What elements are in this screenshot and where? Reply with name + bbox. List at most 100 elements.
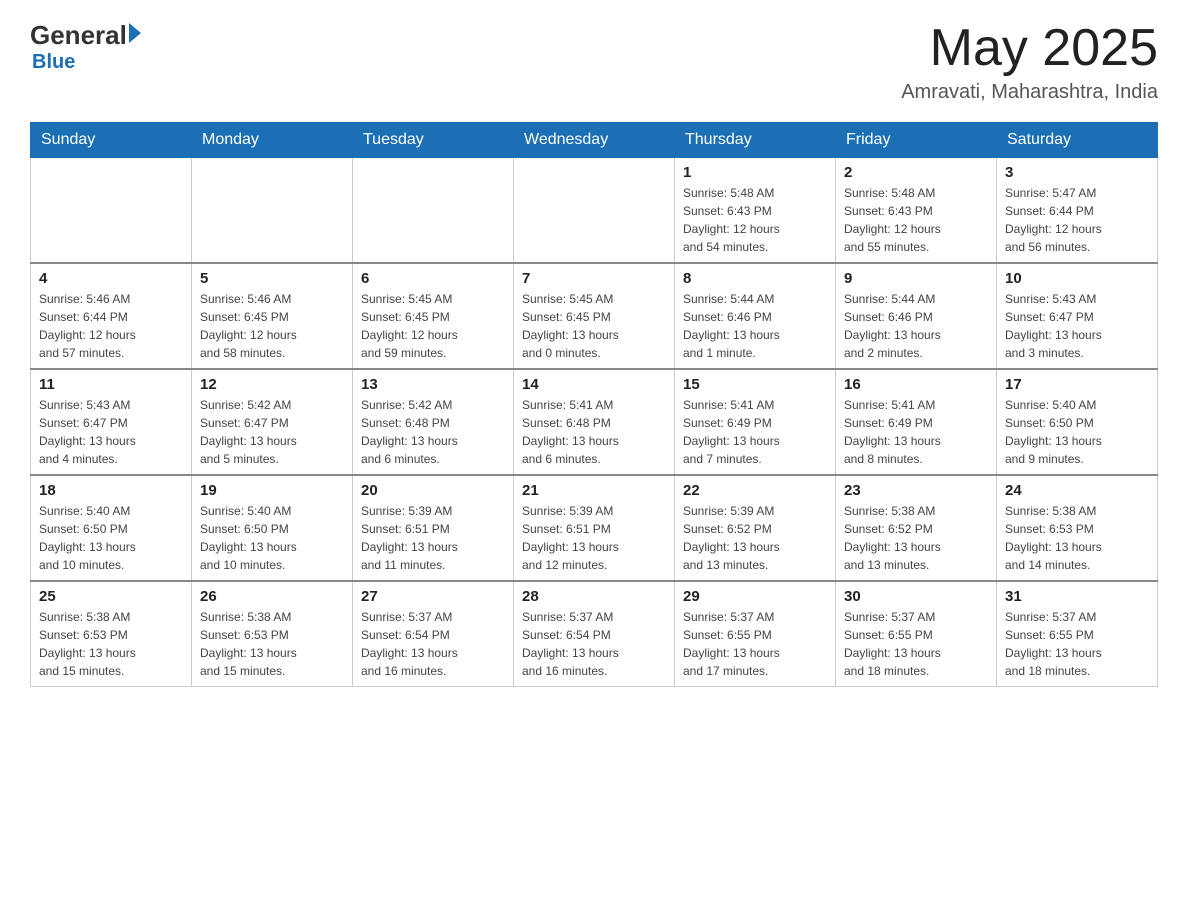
day-number: 26 — [200, 588, 344, 605]
calendar-cell: 31 Sunrise: 5:37 AMSunset: 6:55 PMDayligh… — [997, 581, 1158, 687]
calendar-table: SundayMondayTuesdayWednesdayThursdayFrid… — [30, 122, 1158, 687]
day-number: 23 — [844, 482, 988, 499]
calendar-cell: 8Sunrise: 5:44 AMSunset: 6:46 PMDaylight… — [675, 263, 836, 369]
day-number: 20 — [361, 482, 505, 499]
day-info: Sunrise: 5:41 AMSunset: 6:48 PMDaylight:… — [522, 396, 666, 468]
calendar-cell: 9 Sunrise: 5:44 AMSunset: 6:46 PMDaylight… — [836, 263, 997, 369]
calendar-week-row: 18 Sunrise: 5:40 AMSunset: 6:50 PMDayligh… — [31, 475, 1158, 581]
day-info: Sunrise: 5:44 AMSunset: 6:46 PMDaylight:… — [683, 290, 827, 362]
weekday-header-saturday: Saturday — [997, 123, 1158, 158]
day-info: Sunrise: 5:43 AMSunset: 6:47 PMDaylight:… — [1005, 290, 1149, 362]
day-number: 5 — [200, 270, 344, 287]
day-info: Sunrise: 5:47 AMSunset: 6:44 PMDaylight:… — [1005, 184, 1149, 256]
logo: General Blue — [30, 20, 141, 74]
logo-blue: Blue — [32, 51, 141, 74]
calendar-cell: 30 Sunrise: 5:37 AMSunset: 6:55 PMDayligh… — [836, 581, 997, 687]
day-number: 13 — [361, 376, 505, 393]
day-number: 28 — [522, 588, 666, 605]
calendar-cell — [353, 158, 514, 264]
calendar-cell: 21 Sunrise: 5:39 AMSunset: 6:51 PMDayligh… — [514, 475, 675, 581]
calendar-cell: 6 Sunrise: 5:45 AMSunset: 6:45 PMDaylight… — [353, 263, 514, 369]
day-number: 11 — [39, 376, 183, 393]
day-number: 7 — [522, 270, 666, 287]
weekday-header-thursday: Thursday — [675, 123, 836, 158]
calendar-cell: 25 Sunrise: 5:38 AMSunset: 6:53 PMDayligh… — [31, 581, 192, 687]
day-number: 15 — [683, 376, 827, 393]
calendar-cell — [514, 158, 675, 264]
calendar-cell: 13 Sunrise: 5:42 AMSunset: 6:48 PMDayligh… — [353, 369, 514, 475]
calendar-cell: 20 Sunrise: 5:39 AMSunset: 6:51 PMDayligh… — [353, 475, 514, 581]
calendar-cell: 10 Sunrise: 5:43 AMSunset: 6:47 PMDayligh… — [997, 263, 1158, 369]
day-number: 9 — [844, 270, 988, 287]
day-info: Sunrise: 5:45 AMSunset: 6:45 PMDaylight:… — [522, 290, 666, 362]
day-info: Sunrise: 5:38 AMSunset: 6:52 PMDaylight:… — [844, 502, 988, 574]
day-number: 17 — [1005, 376, 1149, 393]
day-info: Sunrise: 5:48 AMSunset: 6:43 PMDaylight:… — [844, 184, 988, 256]
day-info: Sunrise: 5:39 AMSunset: 6:52 PMDaylight:… — [683, 502, 827, 574]
day-number: 25 — [39, 588, 183, 605]
calendar-cell: 17 Sunrise: 5:40 AMSunset: 6:50 PMDayligh… — [997, 369, 1158, 475]
day-number: 18 — [39, 482, 183, 499]
calendar-cell: 23 Sunrise: 5:38 AMSunset: 6:52 PMDayligh… — [836, 475, 997, 581]
day-number: 3 — [1005, 164, 1149, 181]
day-info: Sunrise: 5:42 AMSunset: 6:48 PMDaylight:… — [361, 396, 505, 468]
calendar-cell — [31, 158, 192, 264]
day-info: Sunrise: 5:37 AMSunset: 6:55 PMDaylight:… — [844, 608, 988, 680]
day-number: 10 — [1005, 270, 1149, 287]
day-info: Sunrise: 5:37 AMSunset: 6:54 PMDaylight:… — [361, 608, 505, 680]
calendar-week-row: 11 Sunrise: 5:43 AMSunset: 6:47 PMDayligh… — [31, 369, 1158, 475]
day-info: Sunrise: 5:46 AMSunset: 6:44 PMDaylight:… — [39, 290, 183, 362]
day-number: 6 — [361, 270, 505, 287]
calendar-cell: 2 Sunrise: 5:48 AMSunset: 6:43 PMDaylight… — [836, 158, 997, 264]
calendar-cell: 5Sunrise: 5:46 AMSunset: 6:45 PMDaylight… — [192, 263, 353, 369]
day-number: 19 — [200, 482, 344, 499]
weekday-header-monday: Monday — [192, 123, 353, 158]
calendar-cell: 14 Sunrise: 5:41 AMSunset: 6:48 PMDayligh… — [514, 369, 675, 475]
calendar-cell: 1 Sunrise: 5:48 AMSunset: 6:43 PMDaylight… — [675, 158, 836, 264]
calendar-cell: 12Sunrise: 5:42 AMSunset: 6:47 PMDayligh… — [192, 369, 353, 475]
calendar-cell: 3 Sunrise: 5:47 AMSunset: 6:44 PMDaylight… — [997, 158, 1158, 264]
day-info: Sunrise: 5:40 AMSunset: 6:50 PMDaylight:… — [200, 502, 344, 574]
day-number: 2 — [844, 164, 988, 181]
day-info: Sunrise: 5:45 AMSunset: 6:45 PMDaylight:… — [361, 290, 505, 362]
calendar-cell: 26 Sunrise: 5:38 AMSunset: 6:53 PMDayligh… — [192, 581, 353, 687]
calendar-cell: 27 Sunrise: 5:37 AMSunset: 6:54 PMDayligh… — [353, 581, 514, 687]
logo-general: General — [30, 20, 127, 51]
day-info: Sunrise: 5:37 AMSunset: 6:55 PMDaylight:… — [683, 608, 827, 680]
calendar-header-row: SundayMondayTuesdayWednesdayThursdayFrid… — [31, 123, 1158, 158]
calendar-cell: 29 Sunrise: 5:37 AMSunset: 6:55 PMDayligh… — [675, 581, 836, 687]
day-info: Sunrise: 5:44 AMSunset: 6:46 PMDaylight:… — [844, 290, 988, 362]
day-number: 30 — [844, 588, 988, 605]
day-number: 14 — [522, 376, 666, 393]
location-subtitle: Amravati, Maharashtra, India — [901, 81, 1158, 104]
day-info: Sunrise: 5:43 AMSunset: 6:47 PMDaylight:… — [39, 396, 183, 468]
day-info: Sunrise: 5:41 AMSunset: 6:49 PMDaylight:… — [683, 396, 827, 468]
day-number: 31 — [1005, 588, 1149, 605]
calendar-cell: 4 Sunrise: 5:46 AMSunset: 6:44 PMDaylight… — [31, 263, 192, 369]
calendar-week-row: 25 Sunrise: 5:38 AMSunset: 6:53 PMDayligh… — [31, 581, 1158, 687]
day-number: 27 — [361, 588, 505, 605]
day-info: Sunrise: 5:37 AMSunset: 6:55 PMDaylight:… — [1005, 608, 1149, 680]
day-info: Sunrise: 5:48 AMSunset: 6:43 PMDaylight:… — [683, 184, 827, 256]
day-info: Sunrise: 5:39 AMSunset: 6:51 PMDaylight:… — [361, 502, 505, 574]
day-info: Sunrise: 5:38 AMSunset: 6:53 PMDaylight:… — [200, 608, 344, 680]
day-number: 22 — [683, 482, 827, 499]
day-info: Sunrise: 5:40 AMSunset: 6:50 PMDaylight:… — [39, 502, 183, 574]
day-number: 4 — [39, 270, 183, 287]
day-info: Sunrise: 5:40 AMSunset: 6:50 PMDaylight:… — [1005, 396, 1149, 468]
weekday-header-tuesday: Tuesday — [353, 123, 514, 158]
calendar-cell: 19 Sunrise: 5:40 AMSunset: 6:50 PMDayligh… — [192, 475, 353, 581]
day-info: Sunrise: 5:38 AMSunset: 6:53 PMDaylight:… — [39, 608, 183, 680]
day-number: 29 — [683, 588, 827, 605]
calendar-cell: 28Sunrise: 5:37 AMSunset: 6:54 PMDayligh… — [514, 581, 675, 687]
day-number: 1 — [683, 164, 827, 181]
day-number: 21 — [522, 482, 666, 499]
day-info: Sunrise: 5:38 AMSunset: 6:53 PMDaylight:… — [1005, 502, 1149, 574]
calendar-week-row: 4 Sunrise: 5:46 AMSunset: 6:44 PMDaylight… — [31, 263, 1158, 369]
day-info: Sunrise: 5:39 AMSunset: 6:51 PMDaylight:… — [522, 502, 666, 574]
calendar-cell: 22 Sunrise: 5:39 AMSunset: 6:52 PMDayligh… — [675, 475, 836, 581]
calendar-cell: 16Sunrise: 5:41 AMSunset: 6:49 PMDayligh… — [836, 369, 997, 475]
calendar-cell — [192, 158, 353, 264]
day-number: 12 — [200, 376, 344, 393]
title-block: May 2025 Amravati, Maharashtra, India — [901, 20, 1158, 104]
